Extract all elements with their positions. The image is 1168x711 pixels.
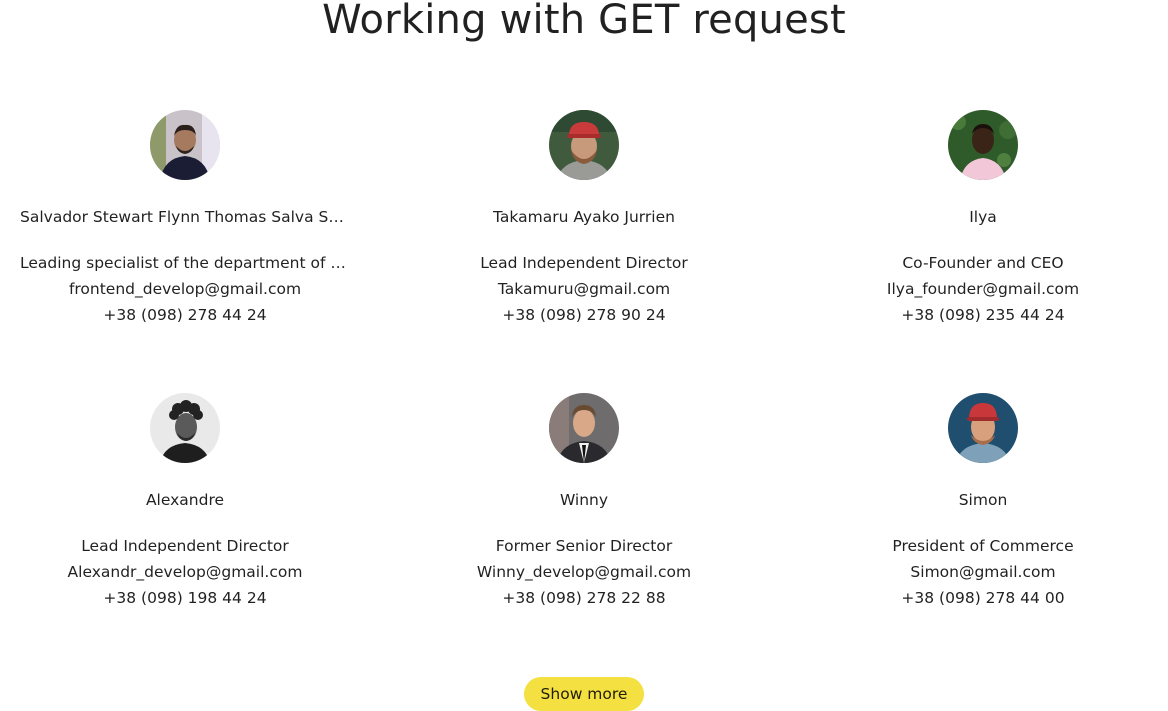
user-name: Winny: [559, 491, 609, 509]
user-info: Former Senior Director Winny_develop@gma…: [419, 533, 749, 611]
user-info: Lead Independent Director Alexandr_devel…: [20, 533, 350, 611]
user-name: Alexandre: [145, 491, 225, 509]
user-email: Winny_develop@gmail.com: [476, 563, 692, 581]
user-name: Salvador Stewart Flynn Thomas Salva Salv…: [20, 208, 350, 226]
user-info: Co-Founder and CEO Ilya_founder@gmail.co…: [818, 250, 1148, 328]
page: Working with GET request Salvador Stewar…: [0, 0, 1168, 711]
avatar: [150, 393, 220, 463]
user-phone: +38 (098) 278 22 88: [502, 589, 666, 607]
user-phone: +38 (098) 278 44 00: [901, 589, 1065, 607]
avatar: [549, 393, 619, 463]
user-position: Former Senior Director: [495, 537, 673, 555]
avatar: [150, 110, 220, 180]
avatar: [549, 110, 619, 180]
user-name: Takamaru Ayako Jurrien: [493, 208, 675, 226]
user-photo-icon: [948, 110, 1018, 180]
user-name: Simon: [958, 491, 1008, 509]
user-email: Alexandr_develop@gmail.com: [67, 563, 303, 581]
user-phone: +38 (098) 278 90 24: [502, 306, 666, 324]
user-card: Simon President of Commerce Simon@gmail.…: [818, 393, 1148, 611]
user-position: Co-Founder and CEO: [902, 254, 1064, 272]
user-name: Ilya: [969, 208, 997, 226]
avatar: [948, 110, 1018, 180]
user-card: Winny Former Senior Director Winny_devel…: [419, 393, 749, 611]
user-card: Ilya Co-Founder and CEO Ilya_founder@gma…: [818, 110, 1148, 328]
user-card: Salvador Stewart Flynn Thomas Salva Salv…: [20, 110, 350, 328]
user-position: Lead Independent Director: [81, 537, 289, 555]
user-photo-icon: [150, 393, 220, 463]
user-email: Takamuru@gmail.com: [497, 280, 671, 298]
show-more-button[interactable]: Show more: [524, 677, 644, 711]
user-position: President of Commerce: [892, 537, 1074, 555]
user-position: Leading specialist of the department of …: [20, 254, 350, 272]
user-photo-icon: [549, 393, 619, 463]
user-card: Alexandre Lead Independent Director Alex…: [20, 393, 350, 611]
user-info: President of Commerce Simon@gmail.com +3…: [818, 533, 1148, 611]
page-title: Working with GET request: [322, 0, 846, 43]
avatar: [948, 393, 1018, 463]
user-photo-icon: [948, 393, 1018, 463]
user-phone: +38 (098) 278 44 24: [103, 306, 267, 324]
user-phone: +38 (098) 235 44 24: [901, 306, 1065, 324]
user-email: Ilya_founder@gmail.com: [886, 280, 1080, 298]
user-card: Takamaru Ayako Jurrien Lead Independent …: [419, 110, 749, 328]
user-position: Lead Independent Director: [480, 254, 688, 272]
user-email: frontend_develop@gmail.com: [68, 280, 302, 298]
user-photo-icon: [549, 110, 619, 180]
user-info: Lead Independent Director Takamuru@gmail…: [419, 250, 749, 328]
user-email: Simon@gmail.com: [910, 563, 1056, 581]
user-phone: +38 (098) 198 44 24: [103, 589, 267, 607]
user-info: Leading specialist of the department of …: [20, 250, 350, 328]
user-photo-icon: [150, 110, 220, 180]
